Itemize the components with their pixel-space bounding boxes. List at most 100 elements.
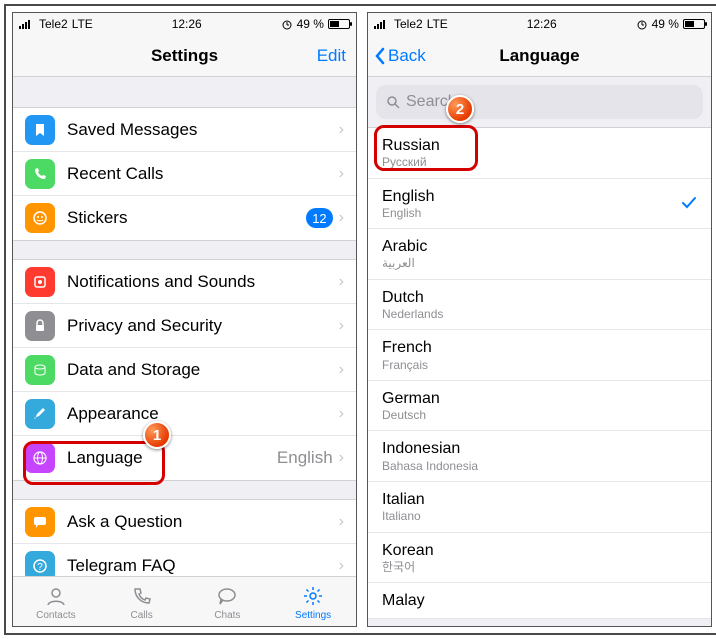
settings-scroll[interactable]: Saved Messages › Recent Calls › Stickers… bbox=[13, 77, 356, 576]
cell-label: Telegram FAQ bbox=[67, 556, 339, 576]
language-name: German bbox=[382, 389, 697, 408]
chevron-right-icon: › bbox=[339, 557, 344, 575]
phone-icon bbox=[25, 159, 55, 189]
statusbar: Tele2 LTE 12:26 49 % bbox=[13, 13, 356, 35]
cell-notifications[interactable]: Notifications and Sounds › bbox=[13, 260, 356, 304]
search-input[interactable]: Search bbox=[376, 85, 703, 119]
language-native: 한국어 bbox=[382, 560, 697, 574]
tab-label: Contacts bbox=[36, 610, 75, 621]
search-icon bbox=[386, 95, 400, 109]
phone-language: Tele2 LTE 12:26 49 % Back Language Searc… bbox=[367, 12, 712, 627]
language-row[interactable]: ItalianItaliano bbox=[368, 482, 711, 533]
cell-label: Language bbox=[67, 448, 277, 468]
language-native: Italiano bbox=[382, 509, 697, 523]
cell-label: Saved Messages bbox=[67, 120, 339, 140]
tabbar: Contacts Calls Chats Settings bbox=[13, 576, 356, 626]
language-native: Deutsch bbox=[382, 408, 697, 422]
cell-label: Recent Calls bbox=[67, 164, 339, 184]
badge-count: 12 bbox=[306, 208, 332, 228]
language-row[interactable]: GermanDeutsch bbox=[368, 381, 711, 432]
language-name: Arabic bbox=[382, 237, 697, 256]
language-name: French bbox=[382, 338, 697, 357]
language-name: Malay bbox=[382, 591, 697, 610]
language-row[interactable]: IndonesianBahasa Indonesia bbox=[368, 431, 711, 482]
clock-label: 12:26 bbox=[172, 17, 202, 31]
alarm-icon bbox=[281, 18, 293, 30]
page-title: Language bbox=[499, 46, 579, 66]
alarm-icon bbox=[636, 18, 648, 30]
phone-settings: Tele2 LTE 12:26 49 % Settings Edit Saved… bbox=[12, 12, 357, 627]
statusbar: Tele2 LTE 12:26 49 % bbox=[368, 13, 711, 35]
cell-stickers[interactable]: Stickers 12 › bbox=[13, 196, 356, 240]
cell-label: Appearance bbox=[67, 404, 339, 424]
edit-button[interactable]: Edit bbox=[317, 46, 346, 66]
language-row[interactable]: Korean한국어 bbox=[368, 533, 711, 584]
tab-calls[interactable]: Calls bbox=[99, 577, 185, 626]
cell-label: Privacy and Security bbox=[67, 316, 339, 336]
cell-label: Notifications and Sounds bbox=[67, 272, 339, 292]
calls-icon bbox=[129, 583, 155, 609]
chat-icon bbox=[25, 507, 55, 537]
language-row[interactable]: DutchNederlands bbox=[368, 280, 711, 331]
brush-icon bbox=[25, 399, 55, 429]
language-name: Korean bbox=[382, 541, 697, 560]
language-row[interactable]: FrenchFrançais bbox=[368, 330, 711, 381]
language-name: Dutch bbox=[382, 288, 697, 307]
language-name: English bbox=[382, 187, 681, 206]
cell-data-storage[interactable]: Data and Storage › bbox=[13, 348, 356, 392]
language-row[interactable]: EnglishEnglish bbox=[368, 179, 711, 230]
cell-ask-question[interactable]: Ask a Question › bbox=[13, 500, 356, 544]
battery-pct-label: 49 % bbox=[297, 17, 324, 31]
battery-icon bbox=[683, 19, 705, 29]
cell-telegram-faq[interactable]: ? Telegram FAQ › bbox=[13, 544, 356, 576]
chevron-right-icon: › bbox=[339, 273, 344, 291]
gear-icon bbox=[300, 583, 326, 609]
cell-recent-calls[interactable]: Recent Calls › bbox=[13, 152, 356, 196]
language-native: Français bbox=[382, 358, 697, 372]
svg-text:?: ? bbox=[37, 562, 43, 573]
chats-icon bbox=[214, 583, 240, 609]
cell-privacy[interactable]: Privacy and Security › bbox=[13, 304, 356, 348]
cell-signal-icon bbox=[374, 19, 390, 29]
chevron-right-icon: › bbox=[339, 405, 344, 423]
cell-saved-messages[interactable]: Saved Messages › bbox=[13, 108, 356, 152]
language-row[interactable]: Malay bbox=[368, 583, 711, 619]
navbar-settings: Settings Edit bbox=[13, 35, 356, 77]
chevron-right-icon: › bbox=[339, 361, 344, 379]
cell-appearance[interactable]: Appearance › bbox=[13, 392, 356, 436]
language-native: Русский bbox=[382, 155, 697, 169]
network-label: LTE bbox=[72, 17, 93, 31]
back-button[interactable]: Back bbox=[374, 46, 426, 66]
language-row[interactable]: Arabicالعربية bbox=[368, 229, 711, 280]
clock-label: 12:26 bbox=[527, 17, 557, 31]
chevron-right-icon: › bbox=[339, 449, 344, 467]
language-name: Russian bbox=[382, 136, 697, 155]
language-native: English bbox=[382, 206, 681, 220]
tab-label: Chats bbox=[214, 610, 240, 621]
cell-label: Stickers bbox=[67, 208, 306, 228]
battery-pct-label: 49 % bbox=[652, 17, 679, 31]
carrier-label: Tele2 bbox=[394, 17, 423, 31]
question-icon: ? bbox=[25, 551, 55, 576]
cell-language[interactable]: Language English › bbox=[13, 436, 356, 480]
language-row[interactable]: RussianРусский bbox=[368, 128, 711, 179]
tab-settings[interactable]: Settings bbox=[270, 577, 356, 626]
carrier-label: Tele2 bbox=[39, 17, 68, 31]
chevron-right-icon: › bbox=[339, 209, 344, 227]
tab-contacts[interactable]: Contacts bbox=[13, 577, 99, 626]
chevron-right-icon: › bbox=[339, 317, 344, 335]
tab-label: Settings bbox=[295, 610, 331, 621]
tab-chats[interactable]: Chats bbox=[185, 577, 271, 626]
chevron-right-icon: › bbox=[339, 165, 344, 183]
chevron-right-icon: › bbox=[339, 121, 344, 139]
page-title: Settings bbox=[151, 46, 218, 66]
contacts-icon bbox=[43, 583, 69, 609]
bookmark-icon bbox=[25, 115, 55, 145]
language-native: Nederlands bbox=[382, 307, 697, 321]
search-placeholder: Search bbox=[406, 93, 457, 111]
cell-label: Data and Storage bbox=[67, 360, 339, 380]
cell-value: English bbox=[277, 448, 333, 468]
navbar-language: Back Language bbox=[368, 35, 711, 77]
language-scroll[interactable]: Search RussianРусскийEnglishEnglishArabi… bbox=[368, 77, 711, 626]
back-label: Back bbox=[388, 46, 426, 66]
